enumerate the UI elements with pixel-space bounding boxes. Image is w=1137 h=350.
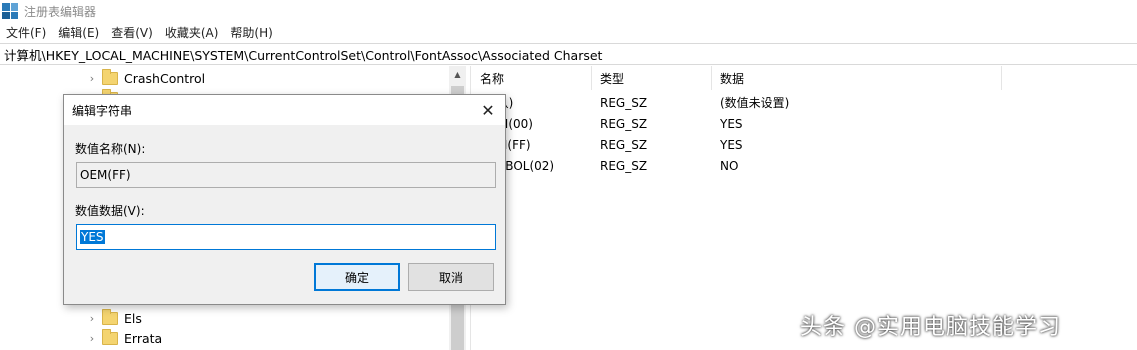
column-header-data[interactable]: 数据: [712, 66, 1002, 90]
window-title: 注册表编辑器: [24, 4, 97, 19]
watermark: 头条 @实用电脑技能学习: [800, 315, 1061, 340]
folder-icon: [102, 308, 118, 325]
scroll-up-arrow-icon[interactable]: ▲: [449, 70, 466, 79]
tree-item-label: CrashControl: [124, 70, 206, 86]
menu-help[interactable]: 帮助(H): [224, 24, 278, 41]
dialog-titlebar[interactable]: 编辑字符串: [64, 95, 505, 125]
dialog-title: 编辑字符串: [72, 103, 133, 118]
table-row[interactable]: (默认) REG_SZ (数值未设置): [472, 92, 1072, 113]
chevron-right-icon[interactable]: ›: [86, 312, 98, 325]
address-bar[interactable]: 计算机\HKEY_LOCAL_MACHINE\SYSTEM\CurrentCon…: [0, 43, 1137, 65]
menu-bar: 文件(F) 编辑(E) 查看(V) 收藏夹(A) 帮助(H): [0, 22, 1137, 43]
value-data: (数值未设置): [720, 96, 790, 110]
menu-favorites[interactable]: 收藏夹(A): [159, 24, 225, 41]
value-data: NO: [720, 158, 739, 173]
close-icon[interactable]: ✕: [477, 99, 499, 121]
menu-file[interactable]: 文件(F): [0, 24, 52, 41]
ok-button[interactable]: 确定: [314, 263, 400, 291]
tree-item-els[interactable]: › Els: [86, 308, 142, 328]
cancel-button[interactable]: 取消: [408, 263, 494, 291]
column-header-name[interactable]: 名称: [472, 66, 592, 90]
column-header-type[interactable]: 类型: [592, 66, 712, 90]
chevron-right-icon[interactable]: ›: [86, 332, 98, 345]
menu-edit[interactable]: 编辑(E): [52, 24, 105, 41]
value-data: YES: [720, 137, 743, 152]
value-name-text: OEM(FF): [80, 168, 131, 182]
value-type: REG_SZ: [600, 137, 648, 152]
value-type: REG_SZ: [600, 116, 648, 131]
tree-item-label: Els: [124, 310, 142, 326]
tree-item-crashcontrol[interactable]: › CrashControl: [86, 68, 205, 88]
registry-editor-icon: [2, 3, 18, 19]
menu-view[interactable]: 查看(V): [105, 24, 159, 41]
tree-item-label: Errata: [124, 330, 163, 346]
value-name-field: OEM(FF): [76, 162, 496, 188]
value-type: REG_SZ: [600, 95, 648, 110]
value-type: REG_SZ: [600, 158, 648, 173]
value-data-label: 数值数据(V):: [75, 204, 145, 218]
table-row[interactable]: ANSI(00) REG_SZ YES: [472, 113, 1072, 134]
chevron-right-icon[interactable]: ›: [86, 72, 98, 85]
value-name-label: 数值名称(N):: [75, 142, 146, 156]
table-row[interactable]: OEM(FF) REG_SZ YES: [472, 134, 1072, 155]
folder-icon: [102, 328, 118, 345]
edit-string-dialog: 编辑字符串 ✕ 数值名称(N): OEM(FF) 数值数据(V): YES 确定…: [63, 94, 506, 305]
value-data: YES: [720, 116, 743, 131]
value-data-text: YES: [80, 230, 105, 244]
folder-icon: [102, 68, 118, 85]
table-row[interactable]: SYMBOL(02) REG_SZ NO: [472, 155, 1072, 176]
value-data-field[interactable]: YES: [76, 224, 496, 250]
address-path: 计算机\HKEY_LOCAL_MACHINE\SYSTEM\CurrentCon…: [4, 47, 603, 63]
title-bar: 注册表编辑器: [0, 0, 1137, 22]
value-list: 名称 类型 数据 (默认) REG_SZ (数值未设置) ANSI(00) RE…: [472, 66, 1137, 350]
tree-item-errata[interactable]: › Errata: [86, 328, 162, 348]
